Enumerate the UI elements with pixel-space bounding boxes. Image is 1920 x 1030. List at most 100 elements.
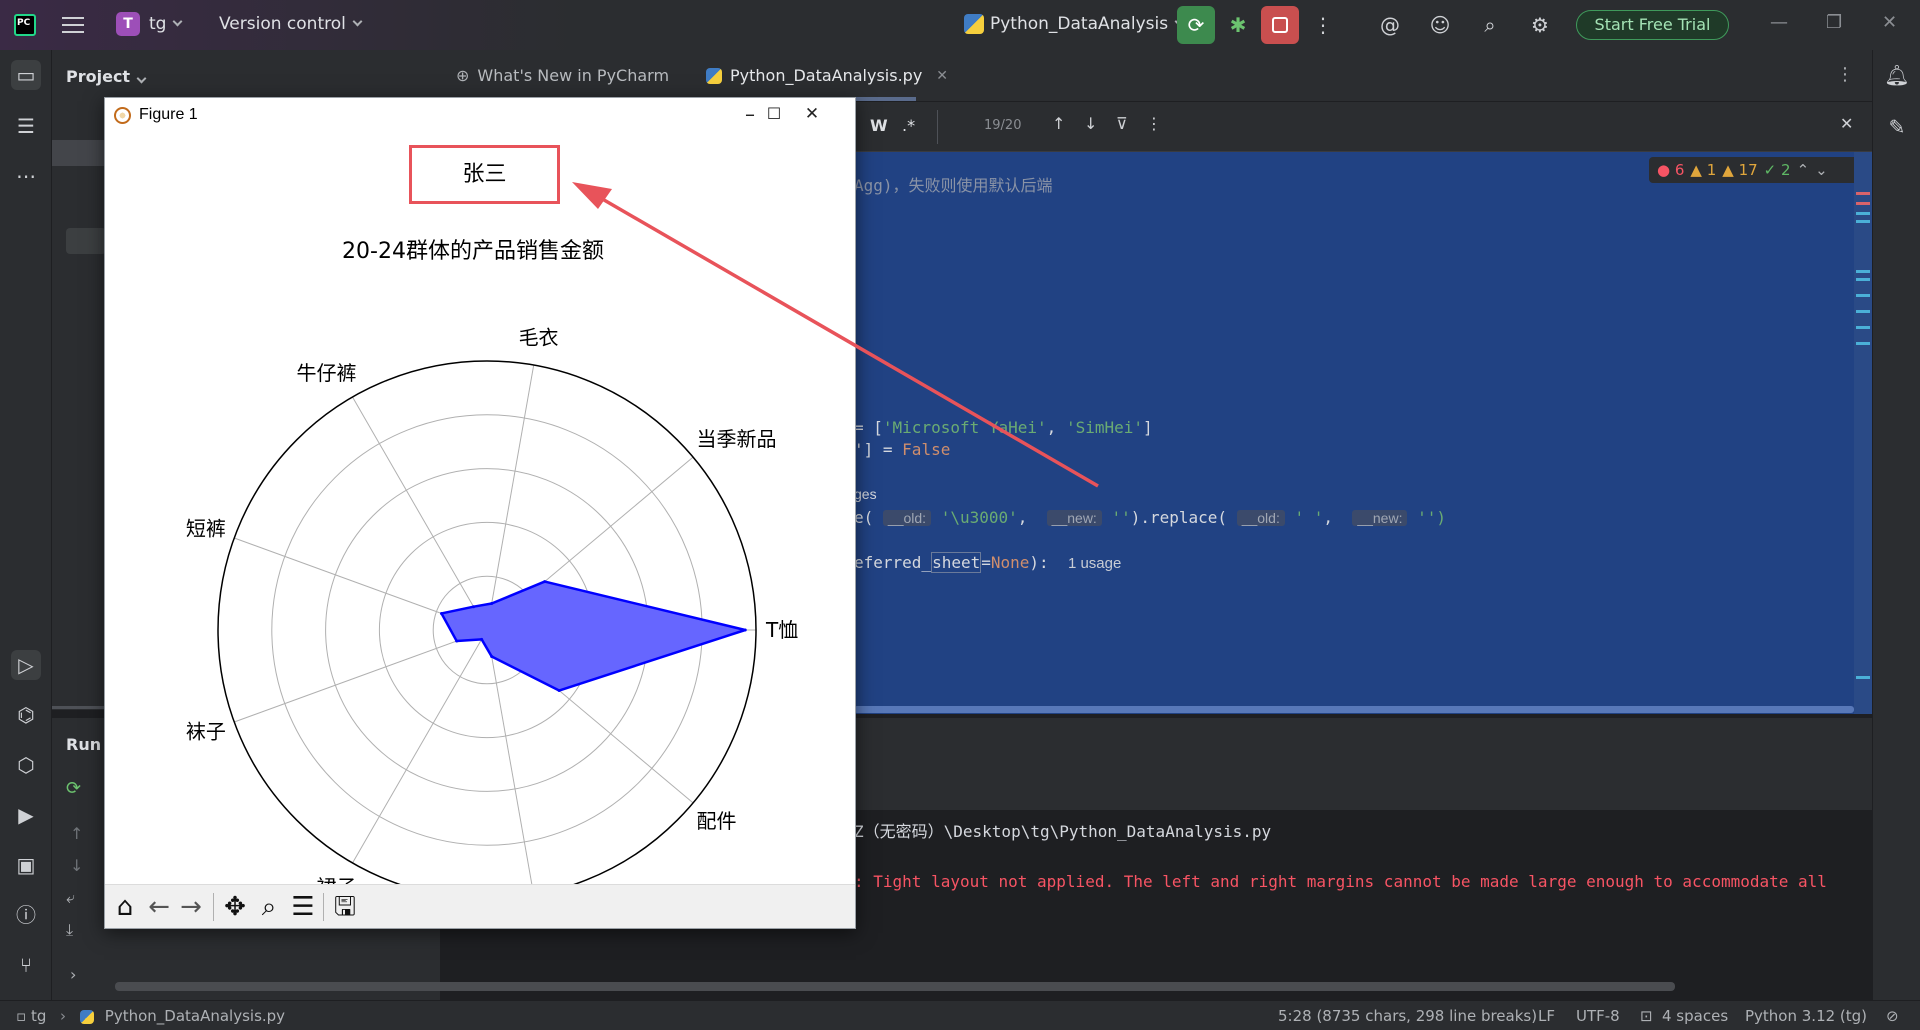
scroll-up-icon[interactable]: ↑ <box>70 824 83 843</box>
tab-whats-new[interactable]: ⊕ What's New in PyCharm <box>456 66 669 85</box>
chevron-down-icon <box>173 16 183 27</box>
ai-chat-icon[interactable]: ✎ <box>1882 112 1912 142</box>
search-marker[interactable] <box>1856 220 1870 223</box>
next-match-icon[interactable]: ↓ <box>1084 114 1097 133</box>
rerun-icon[interactable]: ⟳ <box>66 778 81 799</box>
more-tools-icon[interactable]: ⋯ <box>11 161 41 191</box>
version-control-menu[interactable]: Version control <box>219 14 363 34</box>
next-highlight-icon[interactable]: ⌄ <box>1815 161 1828 179</box>
structure-icon[interactable]: ☰ <box>11 111 41 141</box>
services-icon[interactable]: ⬡ <box>11 750 41 780</box>
tab-python-dataanalysis[interactable]: Python_DataAnalysis.py ✕ <box>706 66 948 85</box>
configure-subplots-icon[interactable]: ☰ <box>287 891 319 923</box>
project-folder-icon[interactable]: ▭ <box>11 60 41 90</box>
previous-match-icon[interactable]: ↑ <box>1052 114 1065 133</box>
notifications-bell-icon[interactable]: 🔔︎ <box>1882 60 1912 90</box>
settings-gear-icon[interactable]: ⚙ <box>1528 13 1552 37</box>
breadcrumb-root[interactable]: ▫ tg <box>16 1007 46 1025</box>
matplotlib-figure-window[interactable]: Figure 1 – ☐ ✕ 张三 20-24群体的产品销售金额 T恤 当季新品毛… <box>104 97 856 929</box>
project-panel-title[interactable]: Project <box>66 67 147 86</box>
console-horizontal-scrollbar[interactable] <box>115 982 1675 991</box>
search-marker[interactable] <box>1856 212 1870 215</box>
minimize-window-icon[interactable]: — <box>1770 12 1788 33</box>
search-marker[interactable] <box>1856 278 1870 281</box>
code-line-comment: Agg)，失败则使用默认后端 <box>854 176 1053 195</box>
scroll-to-end-icon[interactable]: ⤓ <box>66 920 73 940</box>
pycharm-logo-icon[interactable] <box>14 14 36 36</box>
lock-icon[interactable]: ⊡ <box>1640 1007 1653 1025</box>
project-badge[interactable]: T <box>116 12 140 36</box>
start-free-trial-button[interactable]: Start Free Trial <box>1576 10 1729 40</box>
breadcrumb-file[interactable]: Python_DataAnalysis.py <box>80 1007 285 1025</box>
search-marker[interactable] <box>1856 342 1870 345</box>
more-actions-icon[interactable]: ⋮ <box>1311 13 1335 37</box>
file-encoding[interactable]: UTF-8 <box>1576 1007 1620 1025</box>
search-marker[interactable] <box>1856 310 1870 313</box>
error-marker[interactable] <box>1856 202 1870 205</box>
error-count-value: 6 <box>1674 161 1685 179</box>
find-more-icon[interactable]: ⋮ <box>1146 114 1162 133</box>
line-separator[interactable]: LF <box>1538 1007 1555 1025</box>
python-console-icon[interactable]: ▶ <box>11 800 41 830</box>
figure-window-title: Figure 1 <box>139 106 198 123</box>
whole-words-toggle[interactable]: W <box>870 116 888 135</box>
zoom-magnifier-icon[interactable]: ⌕ <box>253 891 285 923</box>
git-icon[interactable]: ⑂ <box>11 950 41 980</box>
terminal-icon[interactable]: ▣ <box>11 850 41 880</box>
weak-warning-count: ▲ 17 <box>1722 161 1758 179</box>
back-arrow-icon[interactable]: ← <box>143 891 175 923</box>
run-configuration-selector[interactable]: Python_DataAnalysis <box>964 14 1185 34</box>
close-window-icon[interactable]: ✕ <box>1882 12 1897 33</box>
caret-position[interactable]: 5:28 (8735 chars, 298 line breaks) <box>1278 1007 1537 1025</box>
inspection-widget[interactable]: ● 6 ▲ 1 ▲ 17 ✓ 2 ⌃ ⌄ <box>1649 157 1859 183</box>
search-marker[interactable] <box>1856 676 1870 679</box>
inspection-status-icon[interactable]: ⊘ <box>1886 1007 1899 1025</box>
search-icon[interactable]: ⌕ <box>1478 13 1502 37</box>
run-panel-title: Run <box>66 735 102 754</box>
rerun-button[interactable]: ⟳ <box>1177 6 1215 44</box>
tab-actions-icon[interactable]: ⋮ <box>1836 64 1854 85</box>
close-tab-icon[interactable]: ✕ <box>936 68 948 84</box>
run-tool-icon[interactable]: ▷ <box>11 650 41 680</box>
project-panel-title-label: Project <box>66 67 131 86</box>
figure-title-bar[interactable]: Figure 1 – ☐ ✕ <box>105 98 855 132</box>
code-string: '') <box>1417 508 1447 527</box>
category-label-8: 配件 <box>697 809 737 833</box>
save-figure-icon[interactable]: 🖫︎ <box>329 891 361 923</box>
python-packages-icon[interactable]: ⌬ <box>11 700 41 730</box>
expand-icon[interactable]: › <box>70 965 76 984</box>
error-marker[interactable] <box>1856 192 1870 195</box>
category-label-0: T恤 <box>765 618 798 642</box>
horizontal-scrollbar[interactable] <box>854 706 1854 713</box>
usage-hint[interactable]: 1 usage <box>1068 555 1121 572</box>
figure-close-icon[interactable]: ✕ <box>797 104 827 124</box>
tree-row-highlight[interactable] <box>66 228 106 254</box>
figure-maximize-icon[interactable]: ☐ <box>759 104 789 123</box>
home-icon[interactable]: ⌂ <box>109 891 141 923</box>
soft-wrap-icon[interactable]: ⤶ <box>66 888 75 908</box>
ai-assistant-icon[interactable]: @ <box>1378 13 1402 37</box>
add-user-icon[interactable]: ☺ <box>1428 13 1452 37</box>
parameter-hint: __new: <box>1352 510 1408 526</box>
figure-canvas[interactable]: 张三 20-24群体的产品销售金额 T恤当季新品毛衣牛仔裤短裤袜子裙子运动配件 <box>105 132 855 884</box>
filter-icon[interactable]: ⊽ <box>1116 114 1128 133</box>
search-marker[interactable] <box>1856 270 1870 273</box>
debug-icon[interactable]: ✱ <box>1226 13 1250 37</box>
code-line-replace: e( __old: '\u3000', __new: '').replace( … <box>854 508 1446 527</box>
forward-arrow-icon[interactable]: → <box>175 891 207 923</box>
editor-scrollbar-track[interactable] <box>1854 152 1872 714</box>
pan-move-icon[interactable]: ✥ <box>219 891 251 923</box>
project-selector[interactable]: tg <box>149 14 183 34</box>
restore-window-icon[interactable]: ❐ <box>1826 12 1842 33</box>
search-marker[interactable] <box>1856 294 1870 297</box>
close-find-bar-icon[interactable]: ✕ <box>1840 114 1853 133</box>
problems-icon[interactable]: ⓘ <box>11 900 41 930</box>
scroll-down-icon[interactable]: ↓ <box>70 856 83 875</box>
python-interpreter[interactable]: Python 3.12 (tg) <box>1745 1007 1867 1025</box>
main-menu-icon[interactable] <box>60 12 86 38</box>
indent-setting[interactable]: 4 spaces <box>1662 1007 1728 1025</box>
search-marker[interactable] <box>1856 326 1870 329</box>
stop-button[interactable] <box>1261 6 1299 44</box>
previous-highlight-icon[interactable]: ⌃ <box>1797 161 1810 179</box>
regex-toggle[interactable]: .* <box>902 116 915 135</box>
